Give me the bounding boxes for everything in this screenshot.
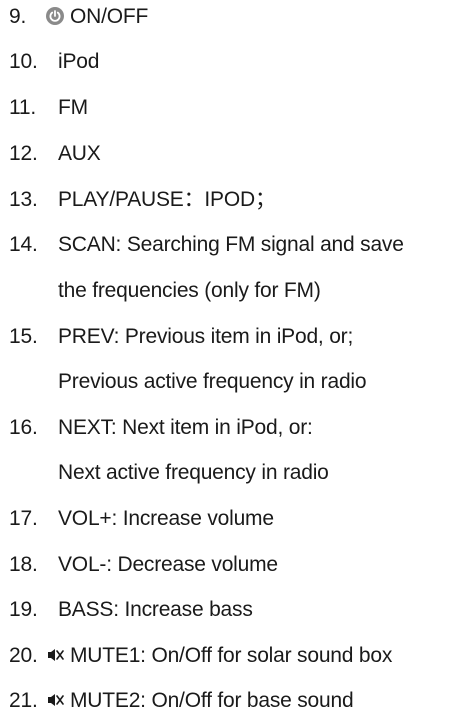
item-label: SCAN: Searching FM signal and save bbox=[58, 233, 404, 256]
item-number: 12. bbox=[9, 142, 38, 165]
item-number: 9. bbox=[9, 5, 27, 28]
item-number: 10. bbox=[9, 50, 38, 73]
mute-icon bbox=[46, 646, 64, 664]
item-number: 13. bbox=[9, 188, 38, 211]
item-number: 21. bbox=[9, 689, 38, 712]
mute-icon bbox=[46, 691, 64, 709]
item-number: 17. bbox=[9, 507, 38, 530]
item-text: ON/OFF bbox=[46, 2, 148, 32]
item-label: FM bbox=[58, 96, 88, 119]
item-label: BASS: Increase bass bbox=[58, 598, 253, 621]
item-continuation: Previous active frequency in radio bbox=[58, 370, 367, 393]
item-number: 18. bbox=[9, 553, 38, 576]
item-label: ON/OFF bbox=[70, 5, 149, 28]
item-label: PLAY/PAUSE：IPOD； bbox=[58, 188, 276, 211]
item-label: VOL-: Decrease volume bbox=[58, 553, 278, 576]
item-label: AUX bbox=[58, 142, 101, 165]
item-label: iPod bbox=[58, 50, 100, 73]
power-icon bbox=[46, 7, 64, 25]
item-label: NEXT: Next item in iPod, or: bbox=[58, 416, 313, 439]
item-number: 20. bbox=[9, 644, 38, 667]
item-text: MUTE2: On/Off for base sound bbox=[46, 686, 354, 716]
item-number: 15. bbox=[9, 325, 38, 348]
item-number: 19. bbox=[9, 598, 38, 621]
item-label: PREV: Previous item in iPod, or; bbox=[58, 325, 354, 348]
item-number: 16. bbox=[9, 416, 38, 439]
item-continuation: the frequencies (only for FM) bbox=[58, 279, 321, 302]
item-continuation: Next active frequency in radio bbox=[58, 461, 329, 484]
item-number: 11. bbox=[9, 96, 37, 119]
item-number: 14. bbox=[9, 233, 38, 256]
item-text: MUTE1: On/Off for solar sound box bbox=[46, 641, 392, 671]
item-label: VOL+: Increase volume bbox=[58, 507, 274, 530]
item-label: MUTE1: On/Off for solar sound box bbox=[70, 644, 393, 667]
item-label: MUTE2: On/Off for base sound bbox=[70, 689, 354, 712]
